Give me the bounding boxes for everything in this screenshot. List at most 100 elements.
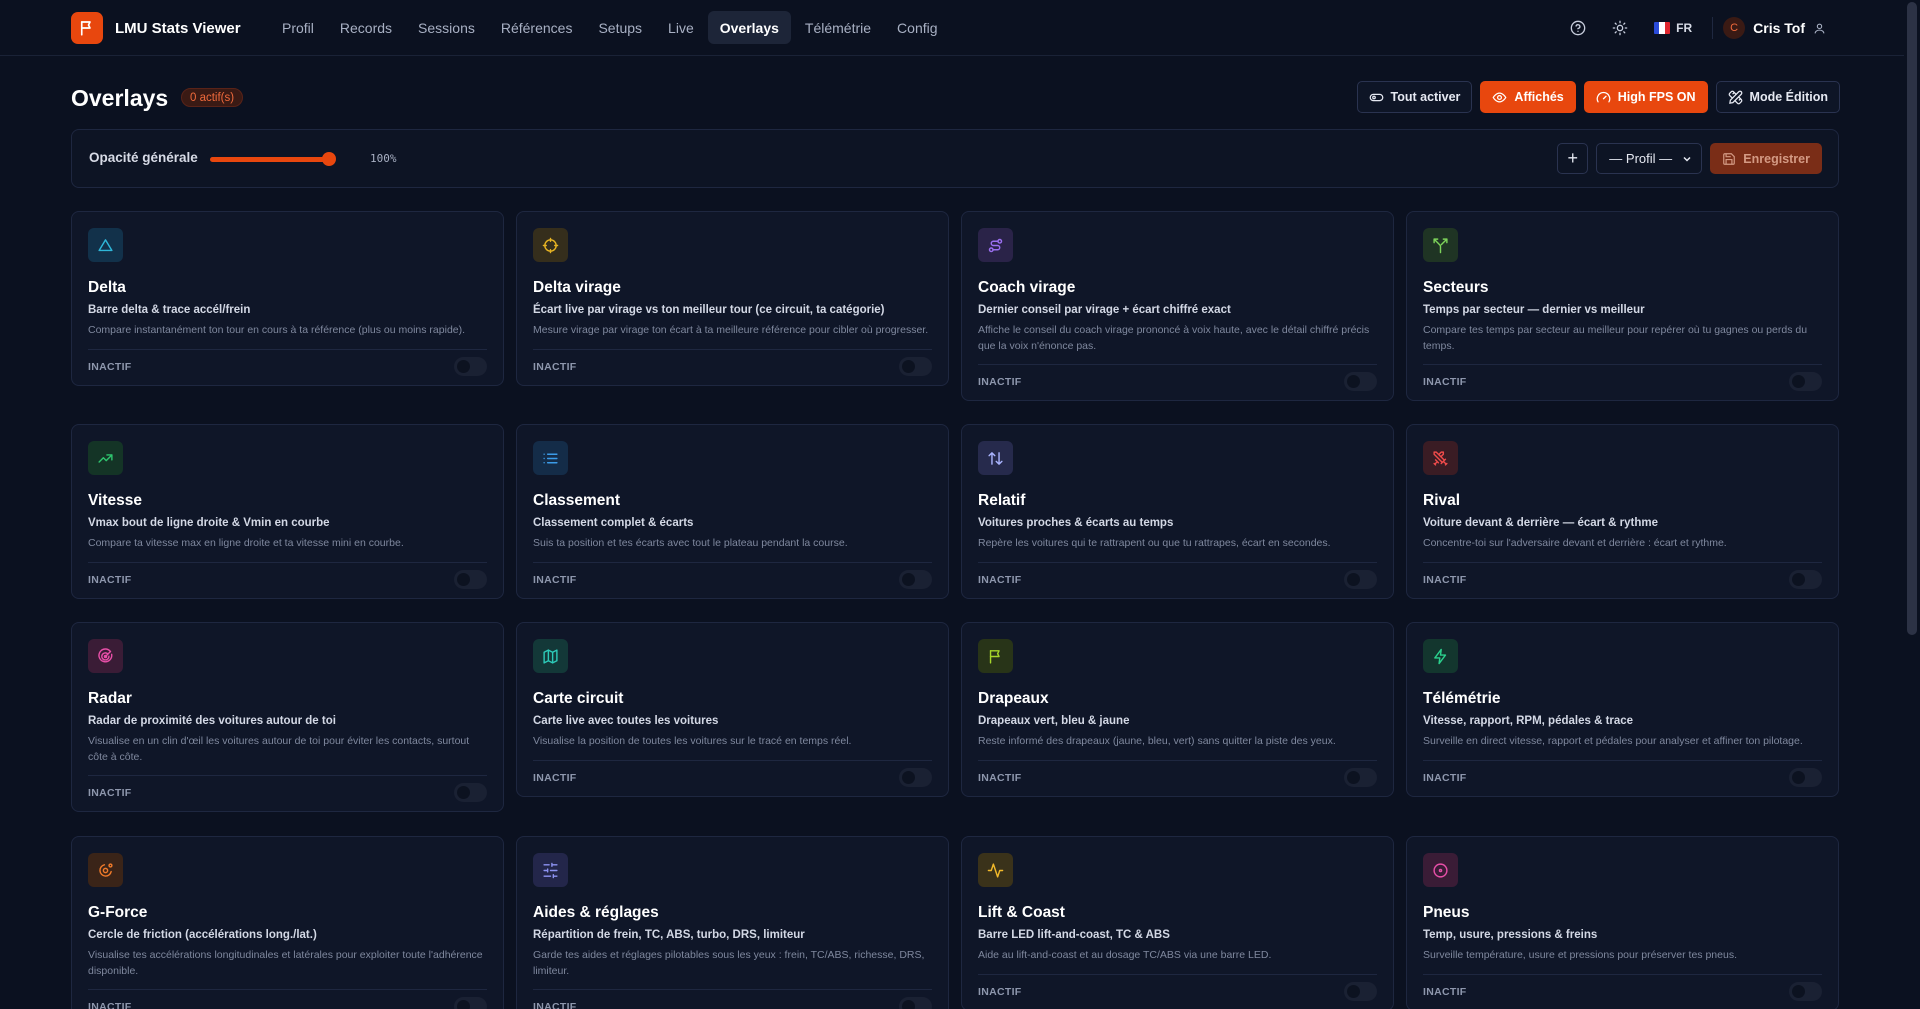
sliders-icon (533, 853, 568, 887)
overlay-toggle[interactable] (454, 783, 487, 802)
card-title: Aides & réglages (533, 904, 659, 921)
card-footer: INACTIF (1423, 760, 1822, 788)
card-footer: INACTIF (88, 349, 487, 377)
scrollbar-thumb[interactable] (1907, 2, 1917, 635)
card-footer: INACTIF (1423, 974, 1822, 1002)
overlay-toggle[interactable] (1344, 982, 1377, 1001)
language-selector[interactable]: FR (1648, 21, 1698, 35)
high-fps-button[interactable]: High FPS ON (1583, 81, 1708, 113)
card-description: Visualise la position de toutes les voit… (533, 735, 852, 747)
overlay-card-secteurs[interactable]: Secteurs Temps par secteur — dernier vs m… (1406, 211, 1839, 401)
overlay-toggle[interactable] (1789, 768, 1822, 787)
status-label: INACTIF (88, 1001, 132, 1009)
status-label: INACTIF (978, 986, 1022, 998)
card-title: Lift & Coast (978, 904, 1065, 921)
card-subtitle: Barre LED lift-and-coast, TC & ABS (978, 929, 1170, 941)
overlay-toggle[interactable] (454, 997, 487, 1009)
overlay-card-delta-virage[interactable]: Delta virage Écart live par virage vs ton… (516, 211, 949, 386)
overlay-card-carte-circuit[interactable]: Carte circuit Carte live avec toutes les … (516, 622, 949, 797)
card-subtitle: Radar de proximité des voitures autour d… (88, 715, 336, 727)
user-menu[interactable]: C Cris Tof (1712, 17, 1826, 39)
card-subtitle: Écart live par virage vs ton meilleur to… (533, 304, 885, 316)
add-profile-button[interactable]: + (1557, 143, 1589, 174)
overlay-card-classement[interactable]: Classement Classement complet & écarts Sui… (516, 424, 949, 599)
overlay-card-rival[interactable]: Rival Voiture devant & derrière — écart &… (1406, 424, 1839, 599)
topbar-tools: FR C Cris Tof (1564, 14, 1826, 42)
card-footer: INACTIF (978, 974, 1377, 1002)
profile-select[interactable]: — Profil — (1596, 143, 1703, 174)
opacity-label: Opacité générale (89, 150, 198, 165)
nav-setups[interactable]: Setups (586, 11, 654, 44)
overlay-card-lift-coast[interactable]: Lift & Coast Barre LED lift-and-coast, TC… (961, 836, 1394, 1009)
overlay-card-aides-reglages[interactable]: Aides & réglages Répartition de frein, TC… (516, 836, 949, 1009)
radar-icon (88, 639, 123, 673)
overlay-card-telemetrie[interactable]: Télémétrie Vitesse, rapport, RPM, pédales… (1406, 622, 1839, 797)
nav-live[interactable]: Live (656, 11, 706, 44)
overlay-toggle[interactable] (454, 357, 487, 376)
opacity-slider[interactable] (210, 157, 334, 162)
flag-icon (71, 12, 103, 44)
card-description: Compare tes temps par secteur au meilleu… (1423, 324, 1808, 352)
pencil-ruler-icon (1728, 90, 1743, 105)
sun-icon[interactable] (1606, 14, 1634, 42)
overlay-toggle[interactable] (899, 357, 932, 376)
nav-config[interactable]: Config (885, 11, 949, 44)
save-label: Enregistrer (1743, 151, 1810, 166)
card-footer: INACTIF (533, 562, 932, 590)
overlay-toggle[interactable] (899, 997, 932, 1009)
card-title: Delta virage (533, 279, 621, 296)
overlay-card-radar[interactable]: Radar Radar de proximité des voitures aut… (71, 622, 504, 812)
overlay-card-g-force[interactable]: G-Force Cercle de friction (accélérations… (71, 836, 504, 1009)
nav-overlays[interactable]: Overlays (707, 11, 791, 44)
gauge-icon (1596, 90, 1611, 105)
edit-mode-label: Mode Édition (1749, 90, 1828, 104)
edit-mode-button[interactable]: Mode Édition (1715, 81, 1840, 113)
overlay-toggle[interactable] (1344, 372, 1377, 391)
overlay-toggle[interactable] (1344, 570, 1377, 589)
overlay-toggle[interactable] (899, 768, 932, 787)
overlay-card-delta[interactable]: Delta Barre delta & trace accél/frein Comp… (71, 211, 504, 386)
header-actions: Tout activer Affichés High FPS ON Mode É… (1356, 81, 1840, 113)
help-circle-icon[interactable] (1564, 14, 1592, 42)
map-icon (533, 639, 568, 673)
overlay-toggle[interactable] (1344, 768, 1377, 787)
opacity-value: 100% (370, 152, 397, 165)
card-title: Delta (88, 279, 126, 296)
app-logo[interactable]: LMU Stats Viewer (71, 12, 241, 44)
main-nav: Profil Records Sessions Références Setup… (270, 11, 950, 44)
chevron-down-icon (1681, 153, 1693, 165)
card-subtitle: Voiture devant & derrière — écart & ryth… (1423, 517, 1658, 529)
enable-all-label: Tout activer (1390, 90, 1461, 104)
card-footer: INACTIF (533, 349, 932, 377)
list-icon (533, 441, 568, 475)
overlay-card-vitesse[interactable]: Vitesse Vmax bout de ligne droite & Vmin … (71, 424, 504, 599)
opacity-panel: Opacité générale 100% + — Profil — Enreg… (71, 129, 1839, 188)
nav-sessions[interactable]: Sessions (406, 11, 487, 44)
nav-telemetrie[interactable]: Télémétrie (793, 11, 883, 44)
overlay-card-pneus[interactable]: Pneus Temp, usure, pressions & freins Surv… (1406, 836, 1839, 1009)
overlay-card-drapeaux[interactable]: Drapeaux Drapeaux vert, bleu & jaune Reste… (961, 622, 1394, 797)
overlay-card-coach-virage[interactable]: Coach virage Dernier conseil par virage +… (961, 211, 1394, 401)
shown-button[interactable]: Affichés (1480, 81, 1576, 113)
nav-profil[interactable]: Profil (270, 11, 326, 44)
overlay-toggle[interactable] (454, 570, 487, 589)
nav-references[interactable]: Références (489, 11, 585, 44)
card-title: Coach virage (978, 279, 1076, 296)
card-description: Visualise tes accélérations longitudinal… (88, 949, 483, 977)
nav-records[interactable]: Records (328, 11, 404, 44)
status-label: INACTIF (533, 1001, 577, 1009)
overlay-toggle[interactable] (1789, 982, 1822, 1001)
scrollbar[interactable] (1904, 0, 1920, 1009)
zap-icon (1423, 639, 1458, 673)
overlay-toggle[interactable] (899, 570, 932, 589)
route-icon (978, 228, 1013, 262)
overlay-toggle[interactable] (1789, 372, 1822, 391)
enable-all-button[interactable]: Tout activer (1356, 81, 1473, 113)
toggle-icon (1369, 90, 1384, 105)
overlay-toggle[interactable] (1789, 570, 1822, 589)
opacity-slider-handle[interactable] (322, 152, 336, 166)
card-title: Télémétrie (1423, 690, 1501, 707)
status-label: INACTIF (1423, 376, 1467, 388)
overlay-card-relatif[interactable]: Relatif Voitures proches & écarts au temp… (961, 424, 1394, 599)
save-profile-button[interactable]: Enregistrer (1710, 143, 1822, 174)
